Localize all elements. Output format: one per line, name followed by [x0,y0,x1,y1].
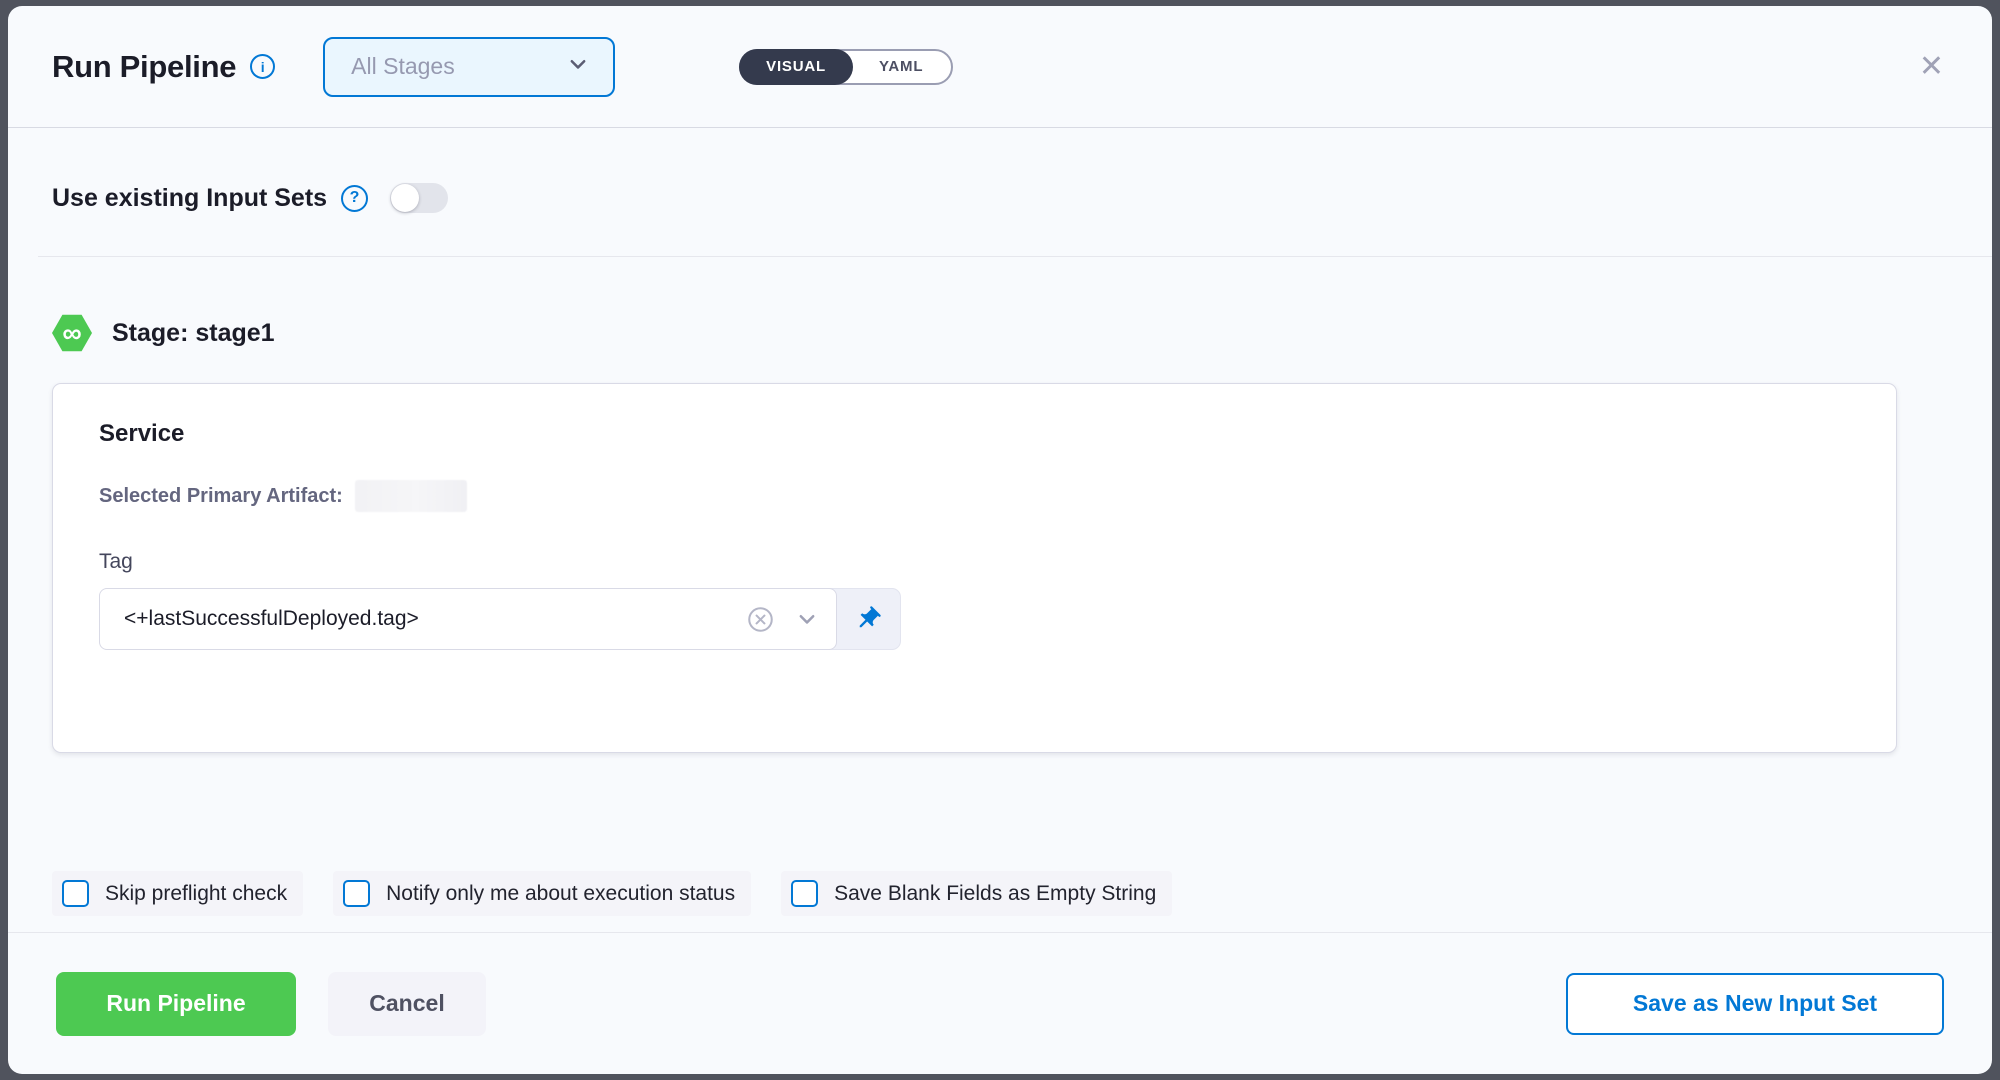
tag-label: Tag [99,550,1850,574]
save-blank-fields-checkbox[interactable] [791,880,818,907]
page-title: Run Pipeline [52,49,236,85]
toggle-knob [391,184,419,212]
option-label: Skip preflight check [105,882,287,906]
skip-preflight-checkbox[interactable] [62,880,89,907]
service-card: Service Selected Primary Artifact: Tag [52,383,1897,753]
tag-input-wrapper [99,588,837,650]
modal-body: Use existing Input Sets ? ∞ Stage: stage… [8,128,1992,932]
execution-options-row: Skip preflight check Notify only me abou… [8,871,1992,916]
use-existing-input-sets-label: Use existing Input Sets [52,184,327,213]
use-existing-input-sets-row: Use existing Input Sets ? [8,170,1992,226]
modal-footer: Run Pipeline Cancel Save as New Input Se… [8,932,1992,1074]
option-label: Save Blank Fields as Empty String [834,882,1156,906]
option-save-blank-fields[interactable]: Save Blank Fields as Empty String [781,871,1172,916]
visual-yaml-toggle: VISUAL YAML [739,49,953,85]
close-icon[interactable]: ✕ [1915,48,1948,86]
info-icon[interactable]: i [250,54,275,79]
tag-input-group [99,588,901,650]
tag-input-icons [747,606,818,633]
option-label: Notify only me about execution status [386,882,735,906]
stage-deploy-icon: ∞ [52,314,92,352]
selected-artifact-value-redacted [355,480,467,512]
option-notify-only-me[interactable]: Notify only me about execution status [333,871,751,916]
chevron-down-icon[interactable] [796,608,818,630]
section-divider [38,256,1992,257]
stage-row: ∞ Stage: stage1 [8,313,1992,353]
selected-artifact-label: Selected Primary Artifact: [99,485,343,508]
stage-select-value: All Stages [351,53,455,80]
chevron-down-icon [567,53,589,80]
stage-select-dropdown[interactable]: All Stages [323,37,615,97]
save-as-new-input-set-button[interactable]: Save as New Input Set [1566,973,1944,1035]
tag-input[interactable] [124,589,747,649]
option-skip-preflight[interactable]: Skip preflight check [52,871,303,916]
modal-header: Run Pipeline i All Stages VISUAL YAML ✕ [8,6,1992,128]
run-pipeline-button[interactable]: Run Pipeline [56,972,296,1036]
input-sets-toggle[interactable] [390,183,448,213]
selected-artifact-row: Selected Primary Artifact: [99,480,1850,512]
notify-only-me-checkbox[interactable] [343,880,370,907]
run-pipeline-modal: Run Pipeline i All Stages VISUAL YAML ✕ … [8,6,1992,1074]
help-icon[interactable]: ? [341,185,368,212]
tab-yaml[interactable]: YAML [851,58,951,75]
pin-input-type-button[interactable] [836,589,900,649]
service-card-title: Service [99,420,1850,448]
pin-icon [854,605,882,633]
stage-label: Stage: stage1 [112,319,275,348]
tab-visual[interactable]: VISUAL [739,49,853,85]
clear-icon[interactable] [747,606,774,633]
cancel-button[interactable]: Cancel [328,972,486,1036]
